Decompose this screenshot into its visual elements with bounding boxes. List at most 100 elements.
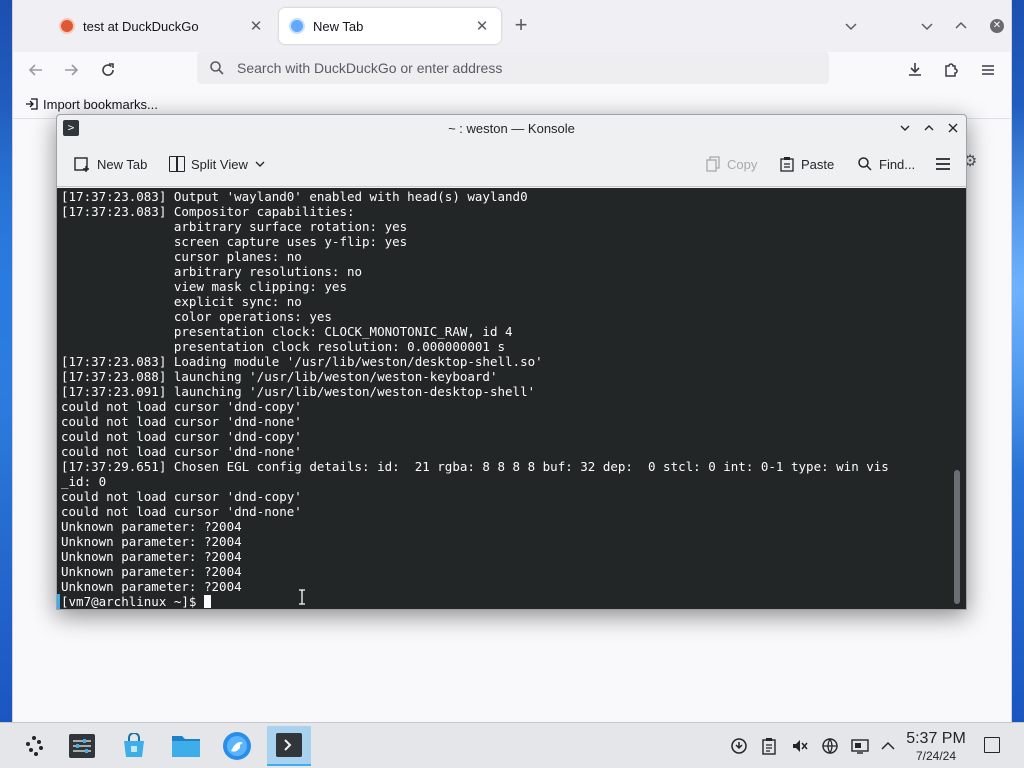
terminal-line: [17:37:29.651] Chosen EGL config details…	[61, 459, 889, 474]
terminal-line: [17:37:23.083] Compositor capabilities:	[61, 204, 355, 219]
search-icon	[858, 157, 872, 171]
ibeam-cursor-icon	[299, 589, 305, 605]
terminal-prompt-line[interactable]: [vm7@archlinux ~]$	[57, 594, 962, 609]
new-tab-icon	[74, 157, 89, 172]
terminal-line: explicit sync: no	[61, 294, 302, 309]
find-button[interactable]: Find...	[857, 152, 915, 176]
paste-button[interactable]: Paste	[779, 152, 834, 176]
text-cursor	[204, 595, 211, 608]
terminal-line: presentation clock resolution: 0.0000000…	[61, 339, 506, 354]
update-notifier-icon[interactable]	[730, 737, 748, 755]
copy-button[interactable]: Copy	[705, 152, 757, 176]
terminal-line: [17:37:23.088] launching '/usr/lib/westo…	[61, 369, 498, 384]
terminal-line: [17:37:23.083] Output 'wayland0' enabled…	[61, 189, 528, 204]
maximize-icon[interactable]	[919, 118, 939, 138]
terminal-line: _id: 0	[61, 474, 107, 489]
terminal-icon	[276, 733, 302, 757]
volume-muted-icon[interactable]	[791, 737, 809, 755]
terminal-line: could not load cursor 'dnd-copy'	[61, 429, 302, 444]
minimize-icon[interactable]	[915, 14, 939, 38]
launcher-icon	[26, 736, 43, 756]
terminal-line: cursor planes: no	[61, 249, 302, 264]
close-icon[interactable]: ✕	[247, 17, 265, 35]
window-close-icon[interactable]: ✕	[985, 14, 1009, 38]
hamburger-menu-icon[interactable]	[935, 152, 951, 176]
close-icon[interactable]: ✕	[473, 17, 491, 35]
terminal-line: could not load cursor 'dnd-copy'	[61, 399, 302, 414]
settings-sliders-icon	[69, 734, 95, 758]
window-title: ~ : weston — Konsole	[448, 120, 575, 136]
back-arrow-icon[interactable]	[22, 56, 50, 84]
address-bar[interactable]: Search with DuckDuckGo or enter address	[197, 52, 829, 84]
import-bookmarks-button[interactable]: Import bookmarks...	[25, 97, 158, 112]
address-bar-placeholder: Search with DuckDuckGo or enter address	[237, 60, 503, 76]
import-icon	[26, 98, 38, 110]
prompt-marker	[57, 594, 60, 609]
terminal-line: arbitrary resolutions: no	[61, 264, 363, 279]
terminal-line: arbitrary surface rotation: yes	[61, 219, 408, 234]
list-all-tabs-chevron-icon[interactable]	[839, 14, 863, 38]
new-tab-label: New Tab	[97, 156, 148, 172]
search-icon	[210, 61, 224, 75]
duckduckgo-icon	[59, 18, 75, 34]
display-configuration-icon[interactable]	[851, 737, 869, 755]
dolphin-file-manager-button[interactable]	[164, 726, 208, 766]
hamburger-menu-icon[interactable]	[974, 56, 1002, 84]
terminal-line: Unknown parameter: ?2004	[61, 519, 242, 534]
discover-button[interactable]	[112, 726, 156, 766]
network-icon[interactable]	[821, 737, 839, 755]
firefox-taskbar-button[interactable]	[215, 726, 259, 766]
paste-label: Paste	[801, 156, 835, 172]
paste-icon	[780, 157, 794, 172]
konsole-window: > ~ : weston — Konsole New Tab Split Vie…	[56, 114, 967, 610]
new-tab-plus-icon[interactable]: +	[509, 14, 533, 38]
terminal-scrollbar[interactable]	[954, 470, 960, 604]
copy-label: Copy	[727, 156, 758, 172]
extensions-puzzle-icon[interactable]	[937, 56, 965, 84]
system-settings-button[interactable]	[60, 726, 104, 766]
terminal-line: could not load cursor 'dnd-none'	[61, 504, 302, 519]
close-icon[interactable]	[943, 118, 963, 138]
browser-tab-bar: test at DuckDuckGo ✕ New Tab ✕ + ✕	[13, 0, 1011, 52]
new-tab-button[interactable]: New Tab	[73, 152, 147, 176]
folder-icon	[172, 736, 200, 757]
terminal-line: could not load cursor 'dnd-none'	[61, 414, 302, 429]
split-view-button[interactable]: Split View	[169, 152, 266, 176]
taskbar-panel: 5:37 PM 7/24/24	[0, 722, 1024, 768]
reload-icon[interactable]	[94, 56, 122, 84]
konsole-toolbar: New Tab Split View Copy Paste Find...	[57, 141, 966, 187]
konsole-taskbar-button[interactable]	[267, 726, 311, 766]
show-desktop-icon[interactable]	[984, 737, 1000, 753]
terminal-line: view mask clipping: yes	[61, 279, 347, 294]
maximize-icon[interactable]	[949, 14, 973, 38]
minimize-icon[interactable]	[895, 118, 915, 138]
terminal-line: Unknown parameter: ?2004	[61, 534, 242, 549]
clipboard-icon[interactable]	[760, 737, 778, 755]
forward-arrow-icon[interactable]	[57, 56, 85, 84]
clock-date: 7/24/24	[915, 749, 957, 763]
tab-title: New Tab	[313, 18, 364, 34]
konsole-app-icon[interactable]: >	[63, 120, 79, 136]
application-launcher-button[interactable]	[12, 726, 56, 766]
terminal-lines: [17:37:23.083] Output 'wayland0' enabled…	[61, 189, 962, 594]
terminal-line: color operations: yes	[61, 309, 332, 324]
copy-icon	[706, 156, 720, 172]
terminal-line: [17:37:23.091] launching '/usr/lib/westo…	[61, 384, 536, 399]
split-view-icon	[169, 156, 185, 172]
terminal-line: could not load cursor 'dnd-copy'	[61, 489, 302, 504]
digital-clock[interactable]: 5:37 PM 7/24/24	[902, 729, 970, 763]
downloads-icon[interactable]	[901, 56, 929, 84]
konsole-titlebar[interactable]: > ~ : weston — Konsole	[57, 115, 966, 141]
terminal-line: Unknown parameter: ?2004	[61, 579, 242, 594]
firefox-icon	[289, 18, 305, 34]
terminal-line: screen capture uses y-flip: yes	[61, 234, 408, 249]
firefox-icon	[223, 732, 251, 760]
terminal-line: [17:37:23.083] Loading module '/usr/lib/…	[61, 354, 543, 369]
terminal-output[interactable]: [17:37:23.083] Output 'wayland0' enabled…	[57, 188, 966, 609]
import-bookmarks-label: Import bookmarks...	[43, 96, 158, 112]
terminal-line: Unknown parameter: ?2004	[61, 549, 242, 564]
chevron-up-icon[interactable]	[879, 737, 897, 755]
browser-tab-new-tab[interactable]: New Tab ✕	[279, 8, 501, 44]
split-view-label: Split View	[191, 156, 248, 172]
browser-tab-duckduckgo[interactable]: test at DuckDuckGo ✕	[49, 8, 275, 44]
